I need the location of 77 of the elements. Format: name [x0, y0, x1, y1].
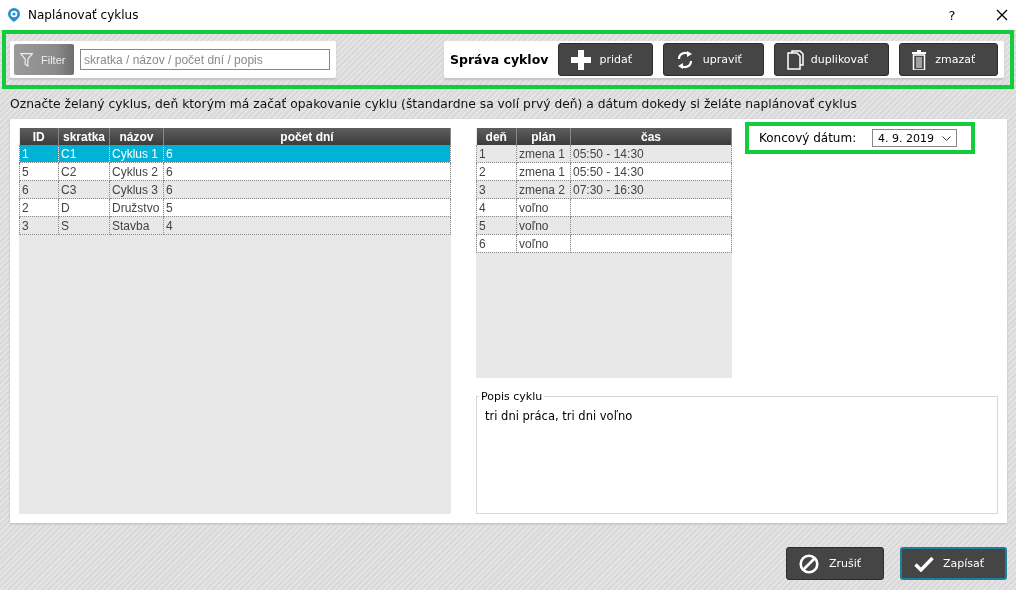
window-title: Naplánovať cyklus — [28, 8, 140, 22]
table-cell: 5 — [476, 216, 517, 235]
group-label: Popis cyklu — [480, 390, 544, 403]
chevron-down-icon — [942, 135, 951, 141]
table-cell: 4 — [476, 198, 517, 217]
copy-icon — [786, 49, 804, 70]
table-cell: voľno — [516, 216, 571, 235]
table-cell: Cyklus 1 — [109, 145, 164, 163]
column-header[interactable]: čas — [570, 128, 732, 145]
table-cell: S — [58, 216, 110, 235]
plus-icon — [571, 49, 592, 70]
table-cell: D — [58, 198, 110, 217]
column-header[interactable]: skratka — [58, 128, 110, 145]
save-button[interactable]: Zapísať — [900, 547, 1007, 580]
funnel-icon — [20, 52, 33, 67]
edit-button[interactable]: upraviť — [663, 43, 764, 76]
table-cell: 6 — [163, 145, 451, 163]
table-cell: 6 — [476, 234, 517, 253]
column-header[interactable]: názov — [109, 128, 164, 145]
table-cell: 6 — [163, 180, 451, 199]
table-cell: Cyklus 2 — [109, 162, 164, 181]
table-row[interactable]: 3 S Stavba 4 — [19, 216, 451, 235]
table-cell: 4 — [163, 216, 451, 235]
filter-field[interactable]: skratka / názov / počet dní / popis — [80, 49, 330, 70]
table-cell: 2 — [19, 198, 59, 217]
table-cell: 6 — [163, 162, 451, 181]
trash-icon — [911, 49, 926, 70]
table-cell: zmena 1 — [516, 162, 571, 181]
table-cell: 07:30 - 16:30 — [570, 180, 732, 199]
table-cell: 6 — [19, 180, 59, 199]
date-label: Koncový dátum: — [759, 131, 858, 145]
table-row[interactable]: 1 zmena 1 05:50 - 14:30 — [476, 145, 732, 163]
table-cell: zmena 1 — [516, 145, 571, 163]
app-logo-icon — [8, 8, 20, 22]
column-header[interactable]: plán — [516, 128, 571, 145]
table-row[interactable]: 5 voľno — [476, 216, 732, 235]
table-cell: C3 — [58, 180, 110, 199]
table-cell: Stavba — [109, 216, 164, 235]
table-cell: 05:50 - 14:30 — [570, 162, 732, 181]
table-cell: C2 — [58, 162, 110, 181]
delete-button[interactable]: zmazať — [898, 43, 998, 76]
close-icon[interactable] — [996, 9, 1008, 21]
table-row[interactable]: 6 C3 Cyklus 3 6 — [19, 180, 451, 199]
refresh-icon — [676, 49, 695, 70]
table-cell: voľno — [516, 234, 571, 253]
table-row[interactable]: 4 voľno — [476, 198, 732, 217]
table-cell: Družstvo — [109, 198, 164, 217]
column-header[interactable]: deň — [476, 128, 517, 145]
instruction-text: Označte želaný cyklus, deň ktorým má začať opakovanie cyklu (štandardne sa volí prvý deň) a dátum dokedy si želáte naplánovať cyklus — [9, 96, 858, 113]
table-cell: C1 — [58, 145, 110, 163]
table-cell: voľno — [516, 198, 571, 217]
table-cell: Cyklus 3 — [109, 180, 164, 199]
table-cell: 05:50 - 14:30 — [570, 145, 732, 163]
table-row[interactable]: 2 D Družstvo 5 — [19, 198, 451, 217]
column-header[interactable]: ID — [19, 128, 59, 145]
table-cell: 2 — [476, 162, 517, 181]
table-cell: 5 — [163, 198, 451, 217]
check-icon — [914, 555, 934, 572]
table-cell: 1 — [476, 145, 517, 163]
table-row[interactable]: 5 C2 Cyklus 2 6 — [19, 162, 451, 181]
table-row[interactable]: 2 zmena 1 05:50 - 14:30 — [476, 162, 732, 181]
table-cell: 1 — [19, 145, 59, 163]
cancel-button[interactable]: Zrušiť — [786, 547, 884, 580]
table-cell: 3 — [19, 216, 59, 235]
table-cell: 3 — [476, 180, 517, 199]
table-row[interactable]: 6 voľno — [476, 234, 732, 253]
table-cell: zmena 2 — [516, 180, 571, 199]
add-button[interactable]: pridať — [558, 43, 654, 76]
date-picker[interactable]: 4. 9. 2019 — [872, 129, 957, 147]
duplicate-button[interactable]: duplikovať — [773, 43, 889, 76]
column-header[interactable]: počet dní — [163, 128, 451, 145]
section-label: Správa cyklov — [450, 52, 549, 67]
table-cell: 5 — [19, 162, 59, 181]
table-row[interactable]: 3 zmena 2 07:30 - 16:30 — [476, 180, 732, 199]
ban-icon — [799, 553, 819, 574]
description-text: tri dni práca, tri dni voľno — [485, 409, 634, 423]
help-button[interactable]: ? — [942, 7, 962, 23]
